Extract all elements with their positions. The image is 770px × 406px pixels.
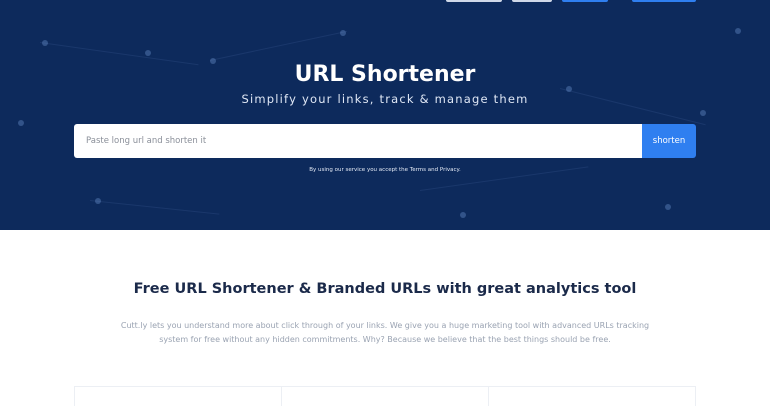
decorative-dot <box>145 50 151 56</box>
decorative-dot <box>42 40 48 46</box>
decorative-dot <box>18 120 24 126</box>
feature-card <box>74 386 281 406</box>
decorative-dot <box>700 110 706 116</box>
feature-cards-row <box>74 386 696 406</box>
terms-link[interactable]: Terms <box>410 167 426 173</box>
nav-button[interactable] <box>562 0 608 2</box>
nav-button[interactable] <box>512 0 552 2</box>
decorative-dot <box>460 212 466 218</box>
hero-subtitle: Simplify your links, track & manage them <box>241 92 529 106</box>
shorten-button[interactable]: shorten <box>642 124 696 158</box>
decorative-dot <box>735 28 741 34</box>
decorative-line <box>209 30 348 61</box>
decorative-dot <box>95 198 101 204</box>
feature-card <box>488 386 696 406</box>
terms-suffix: . <box>458 167 461 173</box>
terms-notice: By using our service you accept the Term… <box>0 167 770 173</box>
page-title: URL Shortener <box>294 62 476 87</box>
features-description: Cutt.ly lets you understand more about c… <box>120 321 650 344</box>
terms-and: and <box>425 167 440 173</box>
shorten-form: shorten <box>74 124 696 158</box>
decorative-dot <box>665 204 671 210</box>
feature-card <box>281 386 488 406</box>
nav-button[interactable] <box>446 0 502 2</box>
privacy-link[interactable]: Privacy <box>440 167 459 173</box>
decorative-dot <box>340 30 346 36</box>
features-title: Free URL Shortener & Branded URLs with g… <box>133 281 637 297</box>
hero-section: URL Shortener Simplify your links, track… <box>0 0 770 230</box>
nav-button[interactable] <box>632 0 696 2</box>
url-input[interactable] <box>74 124 642 158</box>
decorative-line <box>89 200 220 215</box>
terms-prefix: By using our service you accept the <box>309 167 410 173</box>
